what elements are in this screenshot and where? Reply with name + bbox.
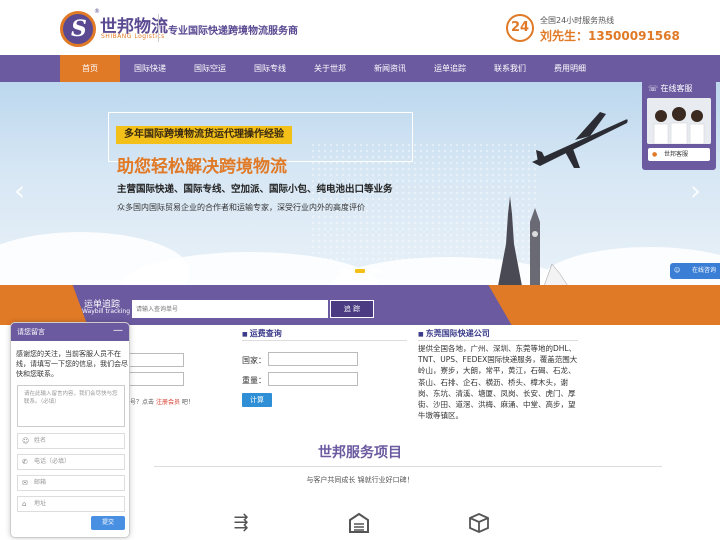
package-icon[interactable] bbox=[468, 512, 490, 534]
support-staff-photo-icon bbox=[647, 98, 711, 144]
slider-dot-active[interactable] bbox=[355, 269, 365, 273]
online-service-panel: ☏ 在线客服 ● 世邦客服 bbox=[642, 80, 716, 170]
nav-item-fees[interactable]: 费用明细 bbox=[540, 55, 600, 82]
message-textarea[interactable]: 请在此输入留言内容，我们会尽快与您联系。（必填） bbox=[17, 385, 125, 427]
nav-item-intl-line[interactable]: 国际专线 bbox=[240, 55, 300, 82]
tracking-bar: 运单追踪 Waybill tracking 追 踪 bbox=[0, 285, 720, 325]
nav-item-news[interactable]: 新闻资讯 bbox=[360, 55, 420, 82]
register-link[interactable]: 注册会员 bbox=[156, 399, 180, 406]
logo-letter: S bbox=[71, 16, 87, 42]
register-hint-suffix: 吧！ bbox=[181, 399, 194, 406]
delivery-icon[interactable]: ⇶ bbox=[230, 512, 252, 534]
company-description: 提供全国各地，广州、深圳、东莞等地的DHL、TNT、UPS、FEDEX国际快递服… bbox=[418, 344, 578, 421]
support-chat-button[interactable]: ● 世邦客服 bbox=[648, 148, 710, 161]
section-divider bbox=[242, 340, 407, 341]
register-hint: 号？点击 注册会员 吧！ bbox=[130, 397, 194, 406]
country-input[interactable] bbox=[268, 352, 358, 366]
address-field-placeholder: 地址 bbox=[34, 500, 47, 507]
airplane-icon bbox=[532, 112, 628, 168]
register-hint-prefix: 号？点击 bbox=[130, 399, 155, 406]
name-field[interactable]: ☺ 姓名 bbox=[17, 433, 125, 449]
login-password-input[interactable] bbox=[128, 372, 184, 386]
banner-main-text: 主营国际快递、国际专线、空加派、国际小包、纯电池出口等业务 bbox=[117, 184, 393, 195]
header-divider bbox=[158, 14, 159, 42]
leave-message-intro: 感谢您的关注，当前客服人员不在线，请填写一下您的信息，我们会尽快和您联系。 bbox=[16, 350, 128, 378]
tracking-accent-left bbox=[0, 285, 88, 325]
email-field-placeholder: 邮箱 bbox=[34, 479, 47, 486]
nav-item-air-freight[interactable]: 国际空运 bbox=[180, 55, 240, 82]
slider-dot[interactable] bbox=[338, 269, 348, 273]
site-header: S ® 世邦物流 SHIBANG Logistics 专业国际快递跨境物流服务商… bbox=[0, 0, 720, 55]
name-field-placeholder: 姓名 bbox=[34, 437, 47, 444]
online-service-label: 在线客服 bbox=[660, 84, 693, 93]
person-icon: ☺ bbox=[674, 267, 681, 274]
nav-item-about[interactable]: 关于世邦 bbox=[300, 55, 360, 82]
banner-next-arrow[interactable]: › bbox=[690, 174, 701, 207]
leave-message-widget: 请您留言 — 感谢您的关注，当前客服人员不在线，请填写一下您的信息，我们会尽快和… bbox=[10, 322, 130, 538]
user-icon: ☺ bbox=[22, 437, 30, 445]
hotline-24h-icon: 24 bbox=[506, 14, 534, 42]
company-title: 东莞国际快递公司 bbox=[418, 328, 490, 339]
brand-subtitle: SHIBANG Logistics bbox=[101, 33, 165, 40]
nav-item-intl-express[interactable]: 国际快递 bbox=[120, 55, 180, 82]
phone-field-placeholder: 电话（必填） bbox=[34, 458, 71, 465]
slider-dot[interactable] bbox=[372, 269, 382, 273]
banner-tag: 多年国际跨境物流货运代理操作经验 bbox=[116, 126, 292, 144]
login-username-input[interactable] bbox=[128, 353, 184, 367]
freight-query-title: 运费查询 bbox=[242, 328, 282, 339]
landmarks-icon bbox=[498, 196, 568, 285]
online-consult-label: 在线咨询 bbox=[691, 267, 716, 274]
headset-icon: ☏ bbox=[648, 84, 661, 93]
banner-title: 助您轻松解决跨境物流 bbox=[117, 157, 287, 177]
track-button[interactable]: 追 踪 bbox=[330, 300, 374, 318]
nav-item-contact[interactable]: 联系我们 bbox=[480, 55, 540, 82]
chat-icon: ● bbox=[652, 151, 658, 158]
tracking-label-en: Waybill tracking bbox=[82, 308, 131, 315]
online-consult-button[interactable]: ☺ 在线咨询 bbox=[670, 263, 720, 279]
calculate-button[interactable]: 计算 bbox=[242, 393, 272, 407]
section-divider bbox=[418, 340, 578, 341]
weight-label: 重量： bbox=[242, 376, 266, 385]
online-service-title: ☏ 在线客服 bbox=[648, 83, 693, 94]
location-icon: ⌂ bbox=[22, 500, 27, 508]
package-svg-icon bbox=[469, 513, 489, 533]
main-nav: 首页 国际快递 国际空运 国际专线 关于世邦 新闻资讯 运单追踪 联系我们 费用… bbox=[0, 55, 720, 82]
submit-message-button[interactable]: 提交 bbox=[91, 516, 125, 530]
support-chat-label: 世邦客服 bbox=[664, 151, 689, 158]
banner-sub-text: 众多国内国际贸易企业的合作者和运输专家，深受行业内外的高度评价 bbox=[117, 203, 365, 212]
services-divider bbox=[154, 466, 662, 467]
hotline-label: 全国24小时服务热线 bbox=[540, 16, 615, 25]
header-slogan: 专业国际快递跨境物流服务商 bbox=[168, 26, 298, 37]
country-label: 国家： bbox=[242, 356, 266, 365]
brand-logo-icon[interactable]: S bbox=[60, 11, 96, 47]
warehouse-svg-icon bbox=[349, 512, 369, 533]
nav-item-home[interactable]: 首页 bbox=[60, 55, 120, 82]
tracking-accent-right bbox=[488, 285, 720, 325]
phone-icon: ✆ bbox=[22, 458, 28, 466]
banner-prev-arrow[interactable]: ‹ bbox=[14, 174, 25, 207]
phone-field[interactable]: ✆ 电话（必填） bbox=[17, 454, 125, 470]
weight-input[interactable] bbox=[268, 372, 358, 386]
address-field[interactable]: ⌂ 地址 bbox=[17, 496, 125, 512]
tracking-number-input[interactable] bbox=[132, 300, 328, 318]
email-field[interactable]: ✉ 邮箱 bbox=[17, 475, 125, 491]
hero-banner: 多年国际跨境物流货运代理操作经验 助您轻松解决跨境物流 主营国际快递、国际专线、… bbox=[0, 82, 720, 285]
support-staff-image bbox=[647, 98, 711, 144]
minimize-icon[interactable]: — bbox=[113, 323, 123, 339]
mail-icon: ✉ bbox=[22, 479, 28, 487]
nav-item-tracking[interactable]: 运单追踪 bbox=[420, 55, 480, 82]
hotline-number: 刘先生：13500091568 bbox=[540, 29, 680, 43]
warehouse-icon[interactable] bbox=[348, 512, 370, 534]
